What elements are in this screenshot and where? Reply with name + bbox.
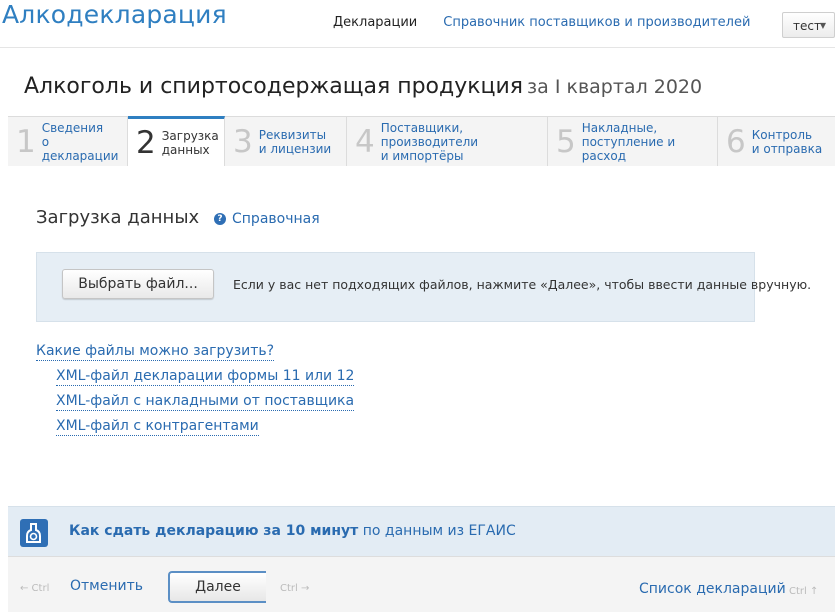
next-button[interactable]: Далее <box>168 571 266 603</box>
help-link[interactable]: ? Справочная <box>214 211 320 227</box>
step-number: 5 <box>556 123 576 160</box>
user-name: тест <box>793 19 821 33</box>
top-nav: Декларации Справочник поставщиков и прои… <box>333 15 750 30</box>
help-label: Справочная <box>232 211 320 227</box>
nav-directory[interactable]: Справочник поставщиков и производителей <box>443 15 750 30</box>
step-label: Загрузка данных <box>161 129 219 157</box>
page-title-main: Алкоголь и спиртосодержащая продукция <box>24 74 524 99</box>
files-question-link[interactable]: Какие файлы можно загрузить? <box>36 343 275 361</box>
step-6-control[interactable]: 6 Контроль и отправка <box>718 117 835 166</box>
user-menu-button[interactable]: тест ▼ <box>782 12 835 38</box>
step-3-requisites[interactable]: 3 Реквизиты и лицензии <box>225 117 347 166</box>
step-number: 3 <box>233 123 253 160</box>
choose-file-button[interactable]: Выбрать файл... <box>62 269 214 299</box>
upload-panel: Выбрать файл... Если у вас нет подходящи… <box>36 252 811 322</box>
upload-hint: Если у вас нет подходящих файлов, нажмит… <box>233 277 812 292</box>
step-1-declaration-info[interactable]: 1 Сведения о декларации <box>8 117 128 166</box>
cancel-shortcut-hint: ← Ctrl <box>20 583 50 594</box>
step-label: Поставщики, производители и импортёры <box>380 120 479 163</box>
step-number: 6 <box>726 123 746 160</box>
step-label: Накладные, поступление и расход <box>581 120 676 163</box>
next-label: Далее <box>195 579 241 595</box>
step-label: Сведения о декларации <box>41 120 119 163</box>
banner-link[interactable]: Как сдать декларацию за 10 минут по данн… <box>69 523 516 539</box>
page-title-period: за I квартал 2020 <box>527 76 703 98</box>
step-5-invoices[interactable]: 5 Накладные, поступление и расход <box>548 117 718 166</box>
step-2-data-upload[interactable]: 2 Загрузка данных <box>128 116 225 167</box>
cancel-button[interactable]: Отменить <box>70 578 143 594</box>
header-divider <box>0 47 835 48</box>
section-title: Загрузка данных <box>36 207 200 228</box>
question-icon: ? <box>214 213 226 225</box>
step-4-suppliers[interactable]: 4 Поставщики, производители и импортёры <box>347 117 548 166</box>
step-label: Контроль и отправка <box>751 127 823 156</box>
step-number: 4 <box>355 123 375 160</box>
file-type-link-counterparties[interactable]: XML-файл с контрагентами <box>56 418 259 436</box>
declarations-list-link[interactable]: Список деклараций <box>639 581 786 597</box>
step-number: 1 <box>16 123 36 160</box>
step-label: Реквизиты и лицензии <box>258 127 332 156</box>
page-title: Алкоголь и спиртосодержащая продукция за … <box>24 74 702 99</box>
nav-declarations[interactable]: Декларации <box>333 15 417 30</box>
caret-down-icon: ▼ <box>819 21 826 30</box>
list-shortcut-hint: Ctrl ↑ <box>789 586 819 597</box>
footer-bar: ← Ctrl Отменить Далее Ctrl → Список декл… <box>8 556 835 612</box>
step-number: 2 <box>136 125 156 161</box>
bottle-icon <box>20 519 48 547</box>
next-shortcut-hint: Ctrl → <box>280 583 310 594</box>
file-type-link-declaration[interactable]: XML-файл декларации формы 11 или 12 <box>56 368 355 386</box>
egais-banner: Как сдать декларацию за 10 минут по данн… <box>8 506 835 557</box>
file-type-link-invoices[interactable]: XML-файл с накладными от поставщика <box>56 393 355 411</box>
app-title[interactable]: Алкодекларация <box>2 0 227 29</box>
wizard-steps: 1 Сведения о декларации 2 Загрузка данных … <box>8 116 835 167</box>
